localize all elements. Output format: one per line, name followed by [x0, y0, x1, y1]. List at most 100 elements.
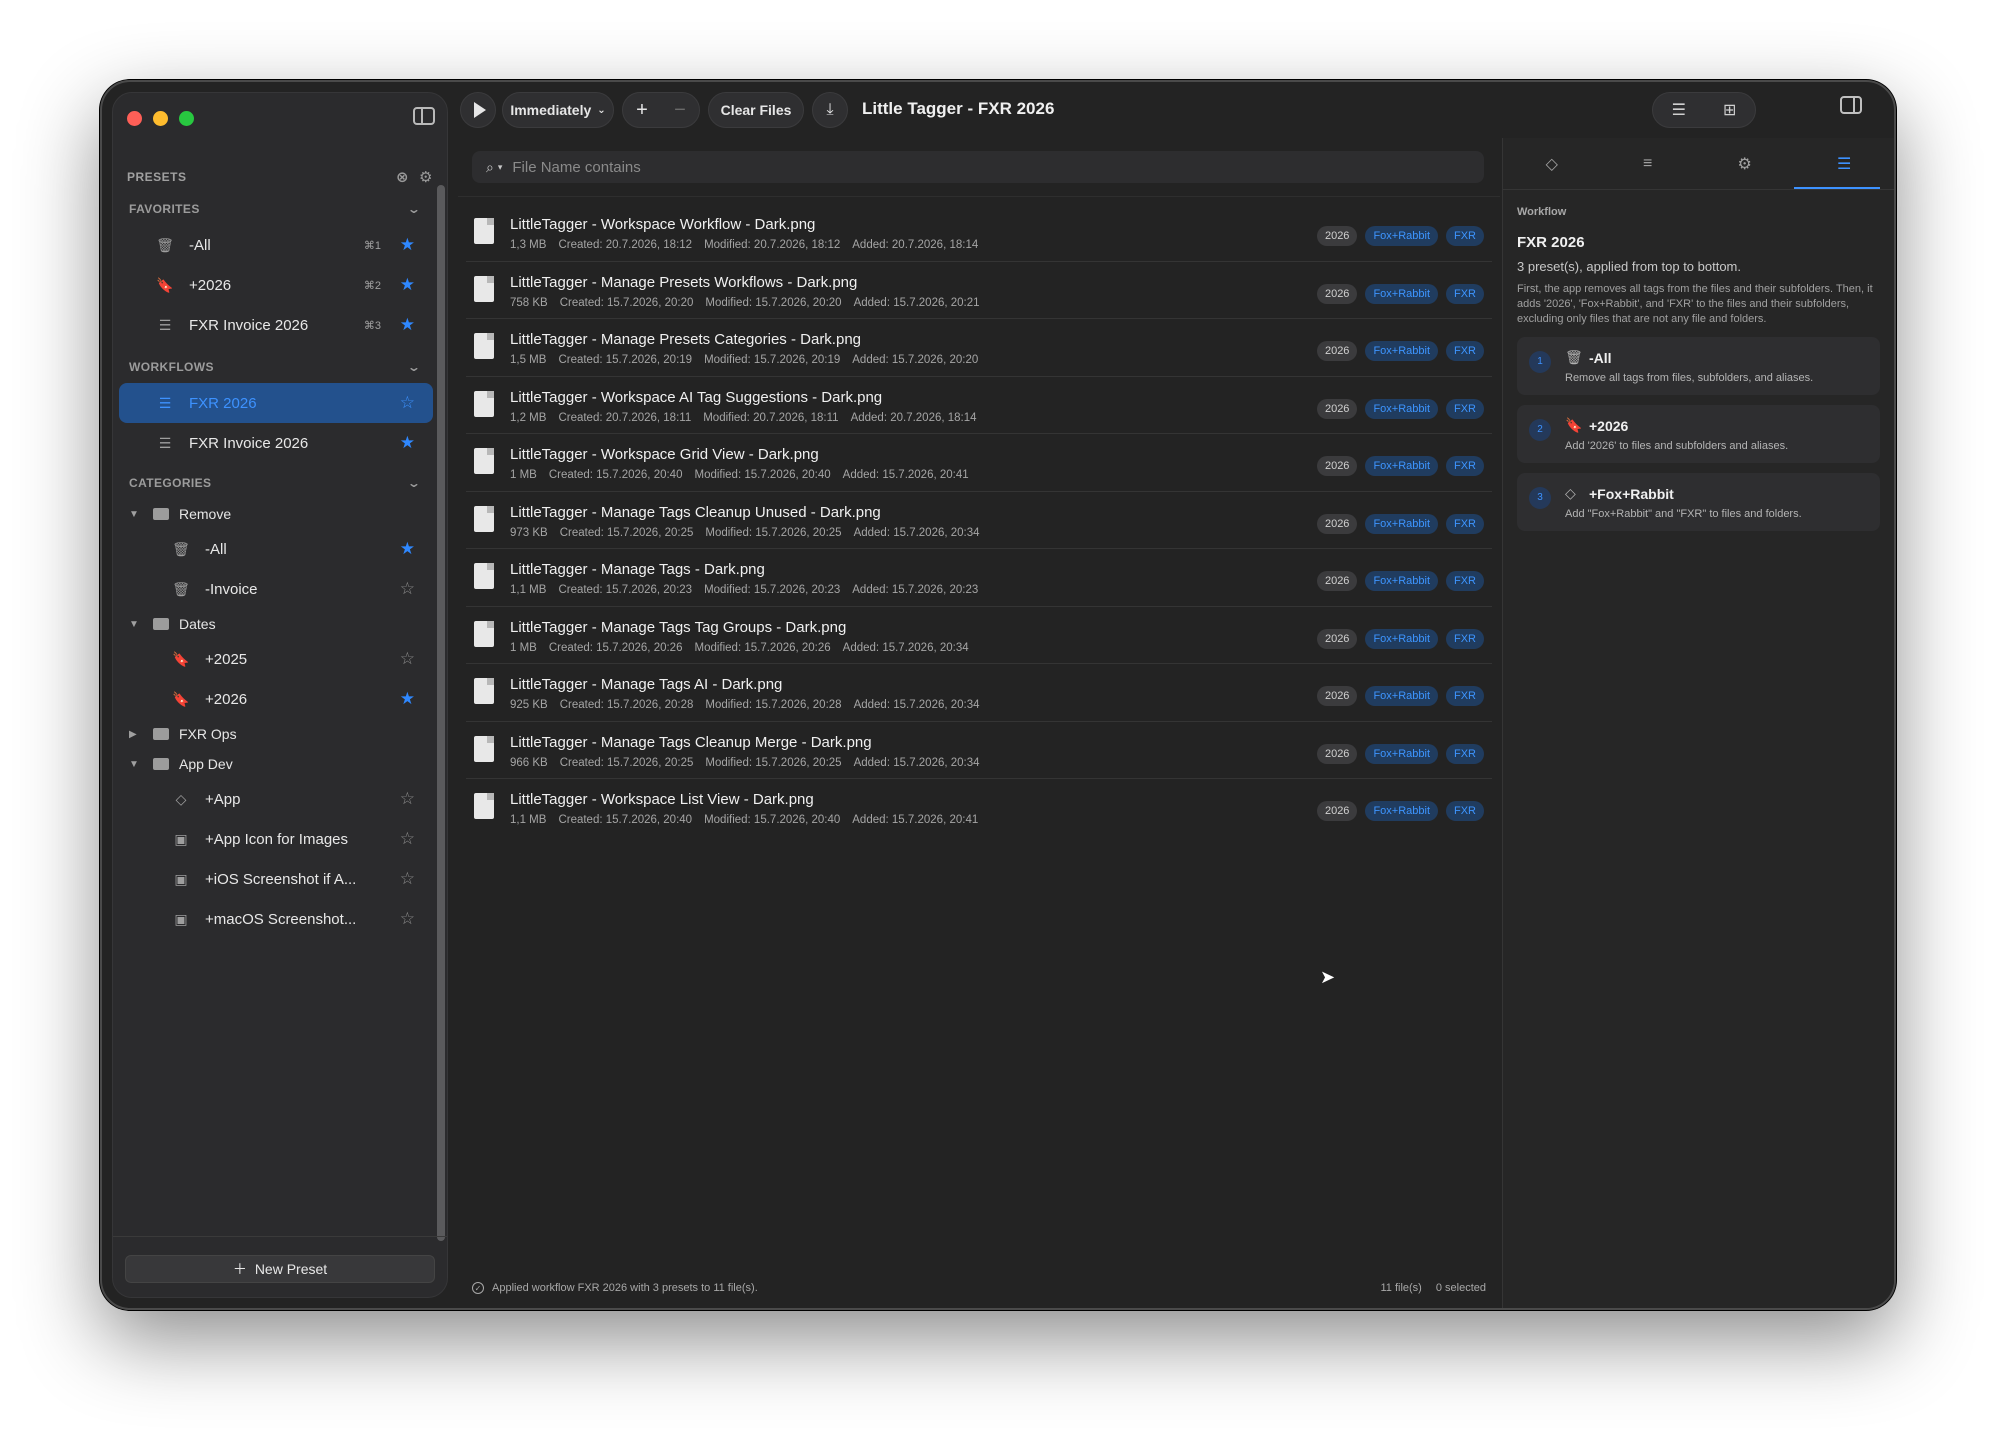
chevron-down-icon[interactable]: ⌄ — [406, 360, 421, 374]
file-row[interactable]: LittleTagger - Workspace List View - Dar… — [466, 779, 1492, 837]
tag-badge[interactable]: FXR — [1446, 743, 1484, 764]
chevron-down-icon[interactable]: ▼ — [129, 759, 141, 770]
play-button[interactable] — [460, 92, 496, 128]
tag-badge[interactable]: 2026 — [1316, 398, 1358, 419]
list-view-icon[interactable]: ☰ — [1672, 100, 1686, 120]
star-outline-icon[interactable]: ☆ — [400, 869, 415, 889]
tag-badge[interactable]: FXR — [1446, 628, 1484, 649]
file-row[interactable]: LittleTagger - Manage Tags - Dark.png 1,… — [466, 549, 1492, 607]
tag-badge[interactable]: 2026 — [1316, 226, 1358, 246]
category-remove[interactable]: ▼ Remove — [113, 499, 437, 529]
star-outline-icon[interactable]: ☆ — [400, 393, 415, 413]
file-row[interactable]: LittleTagger - Workspace Workflow - Dark… — [466, 204, 1492, 262]
preset-item[interactable]: 🗑 -Invoice ☆ — [113, 569, 437, 609]
favorites-header[interactable]: FAVORITES ⌄ — [113, 193, 437, 225]
minimize-window-button[interactable] — [153, 111, 168, 126]
star-icon[interactable]: ★ — [400, 275, 415, 295]
star-outline-icon[interactable]: ☆ — [400, 649, 415, 669]
file-row[interactable]: LittleTagger - Workspace AI Tag Suggesti… — [466, 377, 1492, 434]
clear-files-button[interactable]: Clear Files — [708, 92, 804, 128]
favorite-item[interactable]: 🔖 +2026 ⌘2 ★ — [113, 265, 437, 305]
file-row[interactable]: LittleTagger - Manage Presets Workflows … — [466, 262, 1492, 319]
tag-badge[interactable]: FXR — [1446, 341, 1484, 361]
tag-badge[interactable]: Fox+Rabbit — [1365, 398, 1438, 419]
preset-item[interactable]: ▣ +iOS Screenshot if A... ☆ — [113, 859, 437, 899]
tag-badge[interactable]: 2026 — [1316, 801, 1358, 821]
preset-item[interactable]: 🔖 +2025 ☆ — [113, 639, 437, 679]
preset-item[interactable]: ◇ +App ☆ — [113, 779, 437, 819]
star-icon[interactable]: ★ — [400, 235, 415, 255]
tag-badge[interactable]: 2026 — [1316, 628, 1358, 649]
tag-icon[interactable]: ◇ — [1546, 154, 1558, 174]
category-app-dev[interactable]: ▼ App Dev — [113, 749, 437, 779]
star-outline-icon[interactable]: ☆ — [400, 579, 415, 599]
star-outline-icon[interactable]: ☆ — [400, 829, 415, 849]
workflow-item[interactable]: ☰ FXR Invoice 2026 ★ — [113, 423, 437, 463]
star-icon[interactable]: ★ — [400, 315, 415, 335]
file-row[interactable]: LittleTagger - Manage Tags AI - Dark.png… — [466, 664, 1492, 722]
workflow-step[interactable]: 2 🔖 +2026 Add '2026' to files and subfol… — [1517, 404, 1880, 463]
tag-badge[interactable]: Fox+Rabbit — [1365, 743, 1438, 764]
tag-badge[interactable]: FXR — [1446, 456, 1484, 476]
tag-badge[interactable]: FXR — [1446, 513, 1484, 534]
tag-badge[interactable]: Fox+Rabbit — [1365, 341, 1438, 361]
sidebar-toggle-icon[interactable] — [413, 107, 435, 125]
workflow-icon[interactable]: ☰ — [1837, 154, 1851, 174]
sidebar-list[interactable]: FAVORITES ⌄ 🗑 -All ⌘1 ★ 🔖 +2026 ⌘2 ★ ☰ F… — [113, 193, 437, 1237]
tag-badge[interactable]: 2026 — [1316, 686, 1358, 706]
preset-item[interactable]: 🗑 -All ★ — [113, 529, 437, 569]
minus-icon[interactable]: − — [674, 99, 686, 122]
gear-icon[interactable]: ⚙ — [419, 168, 433, 186]
inspector-toggle-icon[interactable] — [1840, 96, 1862, 114]
tag-badge[interactable]: Fox+Rabbit — [1365, 456, 1438, 476]
tag-badge[interactable]: FXR — [1446, 283, 1484, 304]
tag-badge[interactable]: Fox+Rabbit — [1365, 226, 1438, 246]
new-preset-button[interactable]: ＋ New Preset — [125, 1255, 435, 1283]
chevron-down-icon[interactable]: ⌄ — [406, 202, 421, 216]
tag-badge[interactable]: 2026 — [1316, 283, 1358, 304]
close-window-button[interactable] — [127, 111, 142, 126]
tag-badge[interactable]: Fox+Rabbit — [1365, 801, 1438, 821]
preset-item[interactable]: ▣ +macOS Screenshot... ☆ — [113, 899, 437, 939]
star-outline-icon[interactable]: ☆ — [400, 909, 415, 929]
plus-icon[interactable]: + — [636, 99, 648, 122]
preset-item[interactable]: ▣ +App Icon for Images ☆ — [113, 819, 437, 859]
workflow-step[interactable]: 3 ◇ +Fox+Rabbit Add "Fox+Rabbit" and "FX… — [1517, 472, 1880, 531]
favorite-item[interactable]: ☰ FXR Invoice 2026 ⌘3 ★ — [113, 305, 437, 345]
tag-badge[interactable]: 2026 — [1316, 571, 1358, 591]
category-fxr-ops[interactable]: ▶ FXR Ops — [113, 719, 437, 749]
chevron-down-icon[interactable]: ⌄ — [406, 476, 421, 490]
tag-badge[interactable]: FXR — [1446, 686, 1484, 706]
chevron-down-icon[interactable]: ▼ — [129, 509, 141, 520]
tag-badge[interactable]: Fox+Rabbit — [1365, 283, 1438, 304]
file-row[interactable]: LittleTagger - Manage Tags Cleanup Merge… — [466, 722, 1492, 779]
star-icon[interactable]: ★ — [400, 433, 415, 453]
clear-circle-icon[interactable]: ⊗ — [396, 168, 409, 186]
tag-badge[interactable]: FXR — [1446, 801, 1484, 821]
tag-badge[interactable]: 2026 — [1316, 743, 1358, 764]
tag-badge[interactable]: Fox+Rabbit — [1365, 686, 1438, 706]
tag-badge[interactable]: FXR — [1446, 226, 1484, 246]
tag-badge[interactable]: FXR — [1446, 571, 1484, 591]
gear-icon[interactable]: ⚙ — [1738, 154, 1752, 174]
tag-badge[interactable]: Fox+Rabbit — [1365, 628, 1438, 649]
sidebar-scrollbar[interactable] — [437, 185, 445, 1241]
workflow-item-selected[interactable]: ☰ FXR 2026 ☆ — [119, 383, 433, 423]
tag-badge[interactable]: 2026 — [1316, 341, 1358, 361]
categories-header[interactable]: CATEGORIES ⌄ — [113, 467, 437, 499]
tag-badge[interactable]: 2026 — [1316, 456, 1358, 476]
star-outline-icon[interactable]: ☆ — [400, 789, 415, 809]
filter-icon[interactable]: ≡ — [1643, 155, 1652, 173]
preset-item[interactable]: 🔖 +2026 ★ — [113, 679, 437, 719]
chevron-down-icon[interactable]: ▼ — [129, 619, 141, 630]
tag-badge[interactable]: FXR — [1446, 398, 1484, 419]
grid-view-icon[interactable]: ⊞ — [1723, 100, 1736, 120]
star-icon[interactable]: ★ — [400, 539, 415, 559]
search-input[interactable] — [512, 158, 1313, 176]
workflows-header[interactable]: WORKFLOWS ⌄ — [113, 351, 437, 383]
tag-badge[interactable]: Fox+Rabbit — [1365, 513, 1438, 534]
file-row[interactable]: LittleTagger - Manage Tags Tag Groups - … — [466, 607, 1492, 664]
favorite-item[interactable]: 🗑 -All ⌘1 ★ — [113, 225, 437, 265]
tag-badge[interactable]: 2026 — [1316, 513, 1358, 534]
chevron-down-icon[interactable]: ▾ — [498, 162, 503, 173]
